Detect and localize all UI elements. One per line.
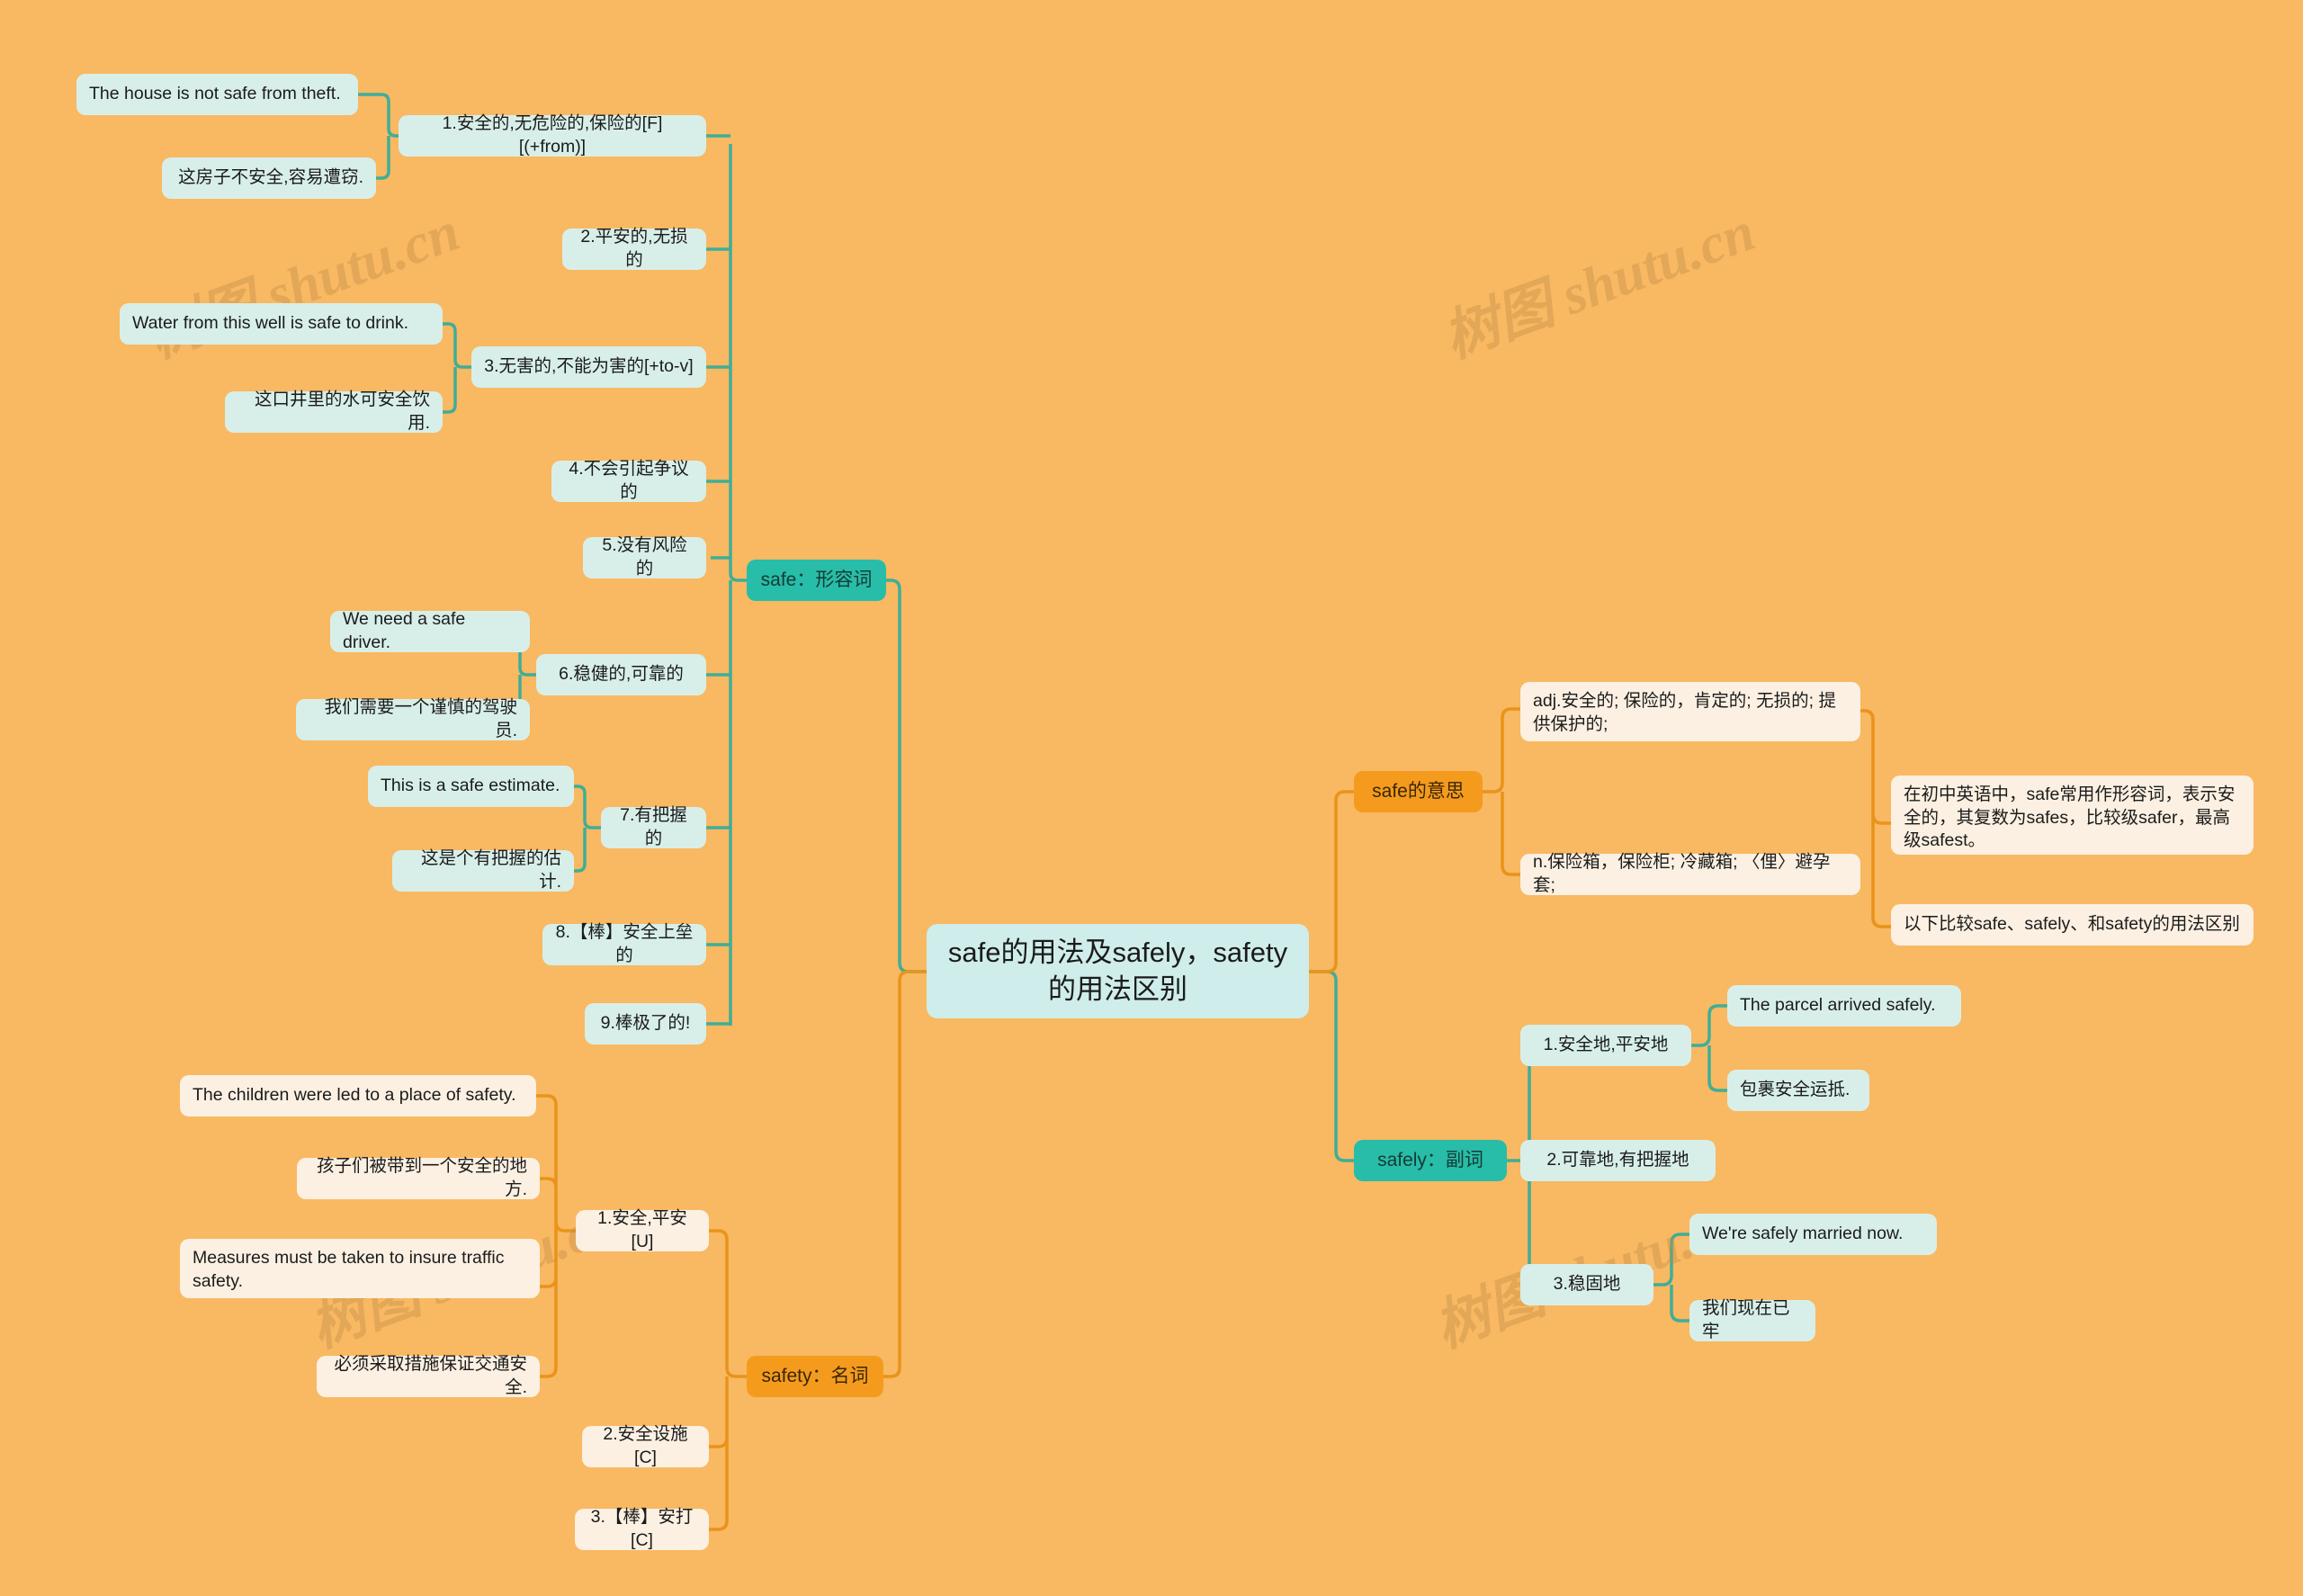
branch-safety-noun[interactable]: safety：名词 [747,1356,883,1397]
example-zh-safe-7[interactable]: 这是个有把握的估计. [392,848,574,892]
root-node[interactable]: safe的用法及safely，safety的用法区别 [927,924,1309,1018]
example-en-safety-1a[interactable]: The children were led to a place of safe… [180,1075,536,1116]
example-zh-safety-1b[interactable]: 必须采取措施保证交通安全. [317,1354,540,1397]
example-en-safe-6[interactable]: We need a safe driver. [330,609,530,652]
branch-safe-adjective[interactable]: safe：形容词 [747,560,886,601]
sense-label-safely-1[interactable]: 1.安全地,平安地 [1520,1025,1691,1066]
example-en-safely-1[interactable]: The parcel arrived safely. [1727,985,1961,1027]
meaning-item-noun[interactable]: n.保险箱，保险柜; 冷藏箱; 〈俚〉避孕套; [1520,852,1860,895]
sense-label-safety-3[interactable]: 3.【棒】安打[C] [575,1507,709,1550]
sense-label-safe-6[interactable]: 6.稳健的,可靠的 [536,654,706,695]
example-zh-safe-3[interactable]: 这口井里的水可安全饮用. [225,390,443,433]
meaning-note-1[interactable]: 在初中英语中，safe常用作形容词，表示安全的，其复数为safes，比较级saf… [1891,776,2254,855]
sense-label-safety-2[interactable]: 2.安全设施[C] [582,1424,709,1467]
example-en-safe-3[interactable]: Water from this well is safe to drink. [120,303,443,345]
meaning-item-adj[interactable]: adj.安全的; 保险的，肯定的; 无损的; 提供保护的; [1520,682,1860,741]
example-en-safety-1b[interactable]: Measures must be taken to insure traffic… [180,1239,540,1298]
sense-label-safe-5[interactable]: 5.没有风险的 [583,535,706,578]
sense-label-safe-4[interactable]: 4.不会引起争议的 [551,459,706,502]
meaning-note-2[interactable]: 以下比较safe、safely、和safety的用法区别 [1891,904,2254,946]
watermark: 树图 shutu.cn [140,201,468,370]
sense-label-safely-3[interactable]: 3.稳固地 [1520,1264,1653,1305]
sense-label-safe-3[interactable]: 3.无害的,不能为害的[+to-v] [471,346,706,388]
sense-label-safe-7[interactable]: 7.有把握的 [601,805,706,848]
sense-label-safe-9[interactable]: 9.棒极了的! [585,1003,706,1045]
example-en-safe-7[interactable]: This is a safe estimate. [368,766,574,807]
example-en-safe-1[interactable]: The house is not safe from theft. [76,74,358,115]
example-zh-safely-3[interactable]: 我们现在已牢 [1689,1298,1815,1341]
sense-label-safe-1[interactable]: 1.安全的,无危险的,保险的[F][(+from)] [399,113,706,157]
example-zh-safe-6[interactable]: 我们需要一个谨慎的驾驶员. [296,697,530,740]
sense-label-safe-2[interactable]: 2.平安的,无损的 [562,227,706,270]
watermark: 树图 shutu.cn [1436,201,1763,370]
sense-label-safely-2[interactable]: 2.可靠地,有把握地 [1520,1140,1716,1181]
sense-label-safe-8[interactable]: 8.【棒】安全上垒的 [542,922,706,965]
example-zh-safely-1[interactable]: 包裹安全运抵. [1727,1070,1869,1111]
example-en-safely-3[interactable]: We're safely married now. [1689,1214,1937,1255]
branch-safe-meaning[interactable]: safe的意思 [1354,771,1483,812]
example-zh-safety-1a[interactable]: 孩子们被带到一个安全的地方. [297,1156,540,1199]
sense-label-safety-1[interactable]: 1.安全,平安[U] [576,1208,709,1251]
example-zh-safe-1[interactable]: 这房子不安全,容易遭窃. [162,157,376,199]
branch-safely-adverb[interactable]: safely：副词 [1354,1140,1507,1181]
